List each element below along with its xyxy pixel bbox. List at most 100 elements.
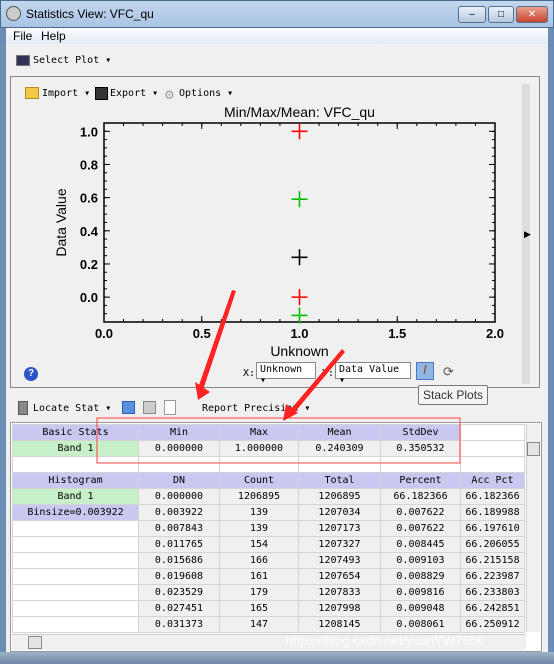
column-header[interactable]: Max [219,424,299,441]
stack-plots-button[interactable]: / [416,362,434,380]
column-header[interactable]: Total [298,472,381,489]
table-cell[interactable] [12,520,139,537]
table-cell[interactable]: 0.007622 [380,504,461,521]
table-cell[interactable]: 154 [219,536,299,553]
table-cell[interactable]: 1208145 [298,616,381,633]
table-cell[interactable] [298,456,381,473]
horizontal-scroll-thumb[interactable] [28,636,42,649]
table-cell[interactable]: 1207173 [298,520,381,537]
table-cell[interactable]: 66.182366 [380,488,461,505]
vertical-scroll-thumb[interactable] [527,442,540,456]
x-tick-label: 0.5 [193,326,211,341]
data-point-marker [291,191,308,208]
table-cell[interactable]: 0.000000 [138,488,220,505]
table-cell[interactable]: 0.019608 [138,568,220,585]
table-cell[interactable]: 1207493 [298,552,381,569]
table-cell[interactable]: 66.242851 [460,600,525,617]
table-cell[interactable] [380,456,461,473]
row-label[interactable]: Binsize=0.003922 [12,504,139,521]
copy-icon[interactable] [164,400,176,415]
table-cell[interactable]: 1207833 [298,584,381,601]
x-axis-select[interactable]: Unknown ▾ [256,362,316,386]
column-header[interactable]: Acc Pct [460,472,525,489]
table-row: 0.031373 147 1208145 0.008061 66.250912 [12,616,525,633]
column-header[interactable]: Mean [298,424,381,441]
table-cell[interactable]: 165 [219,600,299,617]
table-cell[interactable]: 0.350532 [380,440,461,457]
table-cell[interactable]: 0.031373 [138,616,220,633]
column-header[interactable]: DN [138,472,220,489]
table-cell[interactable] [12,456,139,473]
table-cell[interactable] [12,552,139,569]
table-cell[interactable]: 0.007843 [138,520,220,537]
table-cell[interactable]: 0.011765 [138,536,220,553]
table-cell[interactable]: 0.008829 [380,568,461,585]
y-tick-label: 0.2 [80,257,98,272]
y-tick-label: 0.4 [80,224,99,239]
table-cell[interactable] [12,568,139,585]
table-cell[interactable]: 1.000000 [219,440,299,457]
table-cell[interactable]: 139 [219,520,299,537]
table-cell[interactable]: 166 [219,552,299,569]
table-cell[interactable]: 0.008061 [380,616,461,633]
table-cell[interactable]: 0.023529 [138,584,220,601]
stats-table: Basic Stats Min Max Mean StdDev Band 1 0.00000… [12,424,525,633]
table-cell[interactable] [138,456,220,473]
table-cell[interactable]: 1206895 [219,488,299,505]
table-cell[interactable]: 0.240309 [298,440,381,457]
table-cell[interactable]: 66.215158 [460,552,525,569]
table-cell[interactable] [12,584,139,601]
table-cell[interactable]: 1207034 [298,504,381,521]
table-row: 0.027451 165 1207998 0.009048 66.242851 [12,600,525,617]
table-cell[interactable] [12,600,139,617]
table-cell[interactable]: 0.008445 [380,536,461,553]
table-cell[interactable] [460,456,525,473]
grid-view-icon[interactable] [143,401,156,414]
table-cell[interactable]: 147 [219,616,299,633]
table-view-icon[interactable] [122,401,135,414]
row-label[interactable]: Band 1 [12,488,139,505]
table-cell[interactable]: Band 1 [12,440,139,457]
basic-stats-header-row: Basic Stats Min Max Mean StdDev [12,424,525,441]
refresh-icon[interactable]: ⟳ [443,364,454,380]
column-header[interactable]: Histogram [12,472,139,489]
report-precision-button[interactable]: Report Precision ▾ [202,403,310,414]
column-header[interactable]: StdDev [380,424,461,441]
table-cell[interactable]: 0.009816 [380,584,461,601]
column-header[interactable]: Percent [380,472,461,489]
column-header[interactable]: Min [138,424,220,441]
table-cell[interactable]: 0.015686 [138,552,220,569]
table-cell[interactable] [460,440,525,457]
table-vertical-scrollbar[interactable] [526,424,540,632]
table-cell[interactable]: 0.007622 [380,520,461,537]
table-cell[interactable]: 1207327 [298,536,381,553]
table-cell[interactable]: 0.000000 [138,440,220,457]
column-header[interactable]: Count [219,472,299,489]
table-cell[interactable]: 1207998 [298,600,381,617]
table-cell[interactable]: 66.250912 [460,616,525,633]
table-cell[interactable]: 66.197610 [460,520,525,537]
table-cell[interactable]: 66.206055 [460,536,525,553]
table-cell[interactable]: 0.003922 [138,504,220,521]
column-header[interactable]: Basic Stats [12,424,139,441]
table-cell[interactable]: 1207654 [298,568,381,585]
table-cell[interactable]: 161 [219,568,299,585]
table-cell[interactable] [460,424,525,441]
table-cell[interactable]: 66.182366 [460,488,525,505]
table-cell[interactable]: 0.009103 [380,552,461,569]
table-cell[interactable] [12,536,139,553]
table-cell[interactable] [219,456,299,473]
y-axis-select[interactable]: Data Value ▾ [335,362,411,386]
table-cell[interactable]: 66.189988 [460,504,525,521]
table-cell[interactable]: 0.027451 [138,600,220,617]
table-cell[interactable]: 1206895 [298,488,381,505]
table-cell[interactable]: 139 [219,504,299,521]
locate-stat-button[interactable]: Locate Stat ▾ [33,403,111,414]
table-cell[interactable]: 66.233803 [460,584,525,601]
table-cell[interactable]: 179 [219,584,299,601]
table-cell[interactable]: 0.009048 [380,600,461,617]
help-icon[interactable]: ? [24,367,38,381]
chart-title: Min/Max/Mean: VFC_qu [224,104,375,120]
table-cell[interactable] [12,616,139,633]
table-cell[interactable]: 66.223987 [460,568,525,585]
